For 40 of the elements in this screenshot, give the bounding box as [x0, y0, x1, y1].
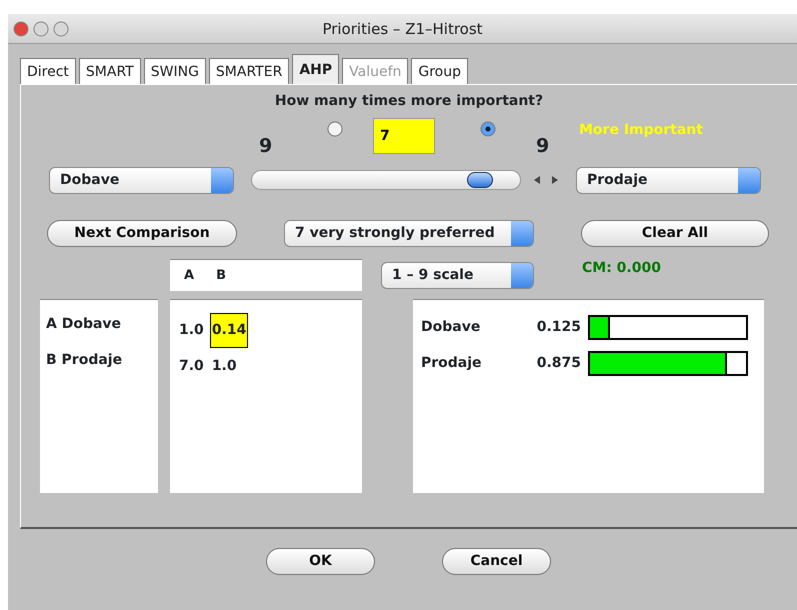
- criterion-dropdown[interactable]: Dobave: [49, 166, 234, 194]
- tab[interactable]: SWING: [144, 58, 206, 84]
- row-label: A Dobave: [46, 315, 122, 334]
- dialog-button[interactable]: OK: [266, 548, 375, 575]
- question-label: How many times more important?: [274, 92, 544, 111]
- matrix-cell[interactable]: 7.0: [177, 348, 206, 384]
- minimize-icon[interactable]: [33, 21, 49, 37]
- weight-name: Prodaje: [421, 354, 483, 372]
- tab[interactable]: SMARTER: [208, 58, 290, 84]
- matrix-cell[interactable]: 0.14: [210, 312, 248, 348]
- matrix-cell[interactable]: 1.0: [177, 312, 206, 348]
- clear-all-button[interactable]: Clear All: [581, 220, 769, 247]
- slider-thumb[interactable]: [466, 172, 493, 188]
- tab[interactable]: Direct: [20, 58, 76, 84]
- criterion-dropdown[interactable]: Prodaje: [576, 166, 761, 194]
- weight-value: 0.875: [536, 354, 581, 372]
- next-comparison-button[interactable]: Next Comparison: [47, 220, 237, 247]
- radio-button[interactable]: [480, 121, 496, 137]
- column-header: B: [216, 266, 226, 285]
- scale-value: 9: [259, 134, 274, 159]
- zoom-icon[interactable]: [53, 21, 69, 37]
- intensity-field[interactable]: 7: [373, 118, 435, 154]
- radio-button[interactable]: [327, 121, 343, 137]
- more-important-label: More Important: [579, 121, 703, 140]
- consistency-label: CM: 0.000: [582, 258, 661, 278]
- matrix-cell[interactable]: 1.0: [210, 348, 239, 384]
- tab[interactable]: SMART: [78, 58, 141, 84]
- close-icon[interactable]: [13, 21, 29, 37]
- tab[interactable]: AHP: [292, 54, 340, 84]
- scale-value: 9: [536, 134, 550, 159]
- window-title: Priorities – Z1–Hitrost: [322, 20, 483, 38]
- column-header: A: [184, 266, 194, 285]
- slider[interactable]: [251, 170, 521, 190]
- dialog-button[interactable]: Cancel: [442, 548, 551, 575]
- weight-value: 0.125: [536, 318, 581, 336]
- tab[interactable]: Group: [411, 58, 468, 84]
- preference-dropdown[interactable]: 7 very strongly preferred: [284, 220, 534, 247]
- row-label: B Prodaje: [46, 351, 124, 370]
- weight-name: Dobave: [421, 318, 482, 336]
- scale-dropdown[interactable]: 1 – 9 scale: [381, 262, 534, 288]
